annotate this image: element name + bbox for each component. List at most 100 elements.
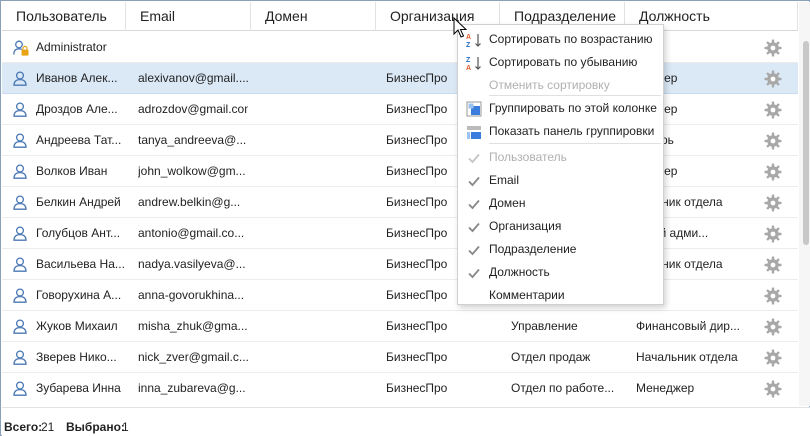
menu-item-label: Отменить сортировку [489, 78, 610, 92]
column-toggle-organization[interactable]: Организация [458, 215, 663, 238]
checkmark-icon [466, 219, 482, 235]
selected-label: Выбрано: [66, 420, 125, 434]
menu-item-label: Группировать по этой колонке [489, 101, 657, 115]
cell-domain [256, 311, 376, 342]
column-header-user[interactable]: Пользователь [2, 2, 126, 31]
cell-email: nadya.vasilyeva@... [138, 257, 246, 271]
cell-email: antonio@gmail.co... [138, 226, 245, 240]
cell-domain [256, 373, 376, 403]
cell-position: Менеджер [636, 381, 695, 395]
scrollbar-thumb[interactable] [803, 41, 809, 245]
menu-separator [489, 95, 661, 96]
column-toggle-comments[interactable]: Комментарии [458, 284, 663, 307]
cancel-sort-item: Отменить сортировку [458, 74, 663, 97]
user-icon [13, 133, 27, 148]
column-header-email[interactable]: Email [126, 2, 251, 31]
menu-item-label: Комментарии [489, 288, 565, 302]
cell-email: john_wolkow@gm... [138, 164, 246, 178]
sort-descending-item[interactable]: Z A Сортировать по убыванию [458, 51, 663, 74]
gear-icon[interactable] [764, 101, 782, 119]
gear-icon[interactable] [764, 70, 782, 88]
cell-user: Зубарева Инна [36, 381, 121, 395]
column-header-domain[interactable]: Домен [251, 2, 376, 31]
mouse-cursor-icon [453, 17, 467, 38]
cell-email: inna_zubareva@g... [138, 381, 246, 395]
column-toggle-email[interactable]: Email [458, 169, 663, 192]
menu-item-label: Email [489, 173, 520, 187]
cell-email: alexivanov@gmail.... [138, 71, 248, 85]
table-row[interactable]: Голубцов Ант... antonio@gmail.co... Бизнес… [2, 218, 798, 249]
user-icon [13, 226, 27, 241]
gear-icon[interactable] [764, 349, 782, 367]
column-toggle-department[interactable]: Подразделение [458, 238, 663, 261]
table-row[interactable]: Белкин Андрей andrew.belkin@g... БизнесПро… [2, 187, 798, 218]
cell-user: Васильева На... [36, 257, 124, 271]
cell-email: anna-govorukhina... [138, 288, 245, 302]
sort-ascending-icon: AZ [466, 32, 482, 49]
menu-item-label: Показать панель группировки [489, 124, 655, 138]
table-row[interactable]: Васильева На... nadya.vasilyeva@... Бизнес… [2, 249, 798, 280]
show-group-panel-item[interactable]: Показать панель группировки [458, 120, 663, 143]
group-by-column-icon [466, 101, 482, 117]
cell-user: Зверев Нико... [36, 350, 117, 364]
gear-icon[interactable] [764, 318, 782, 336]
gear-icon[interactable] [764, 225, 782, 243]
table-row[interactable]: Волков Иванjohn_wolkow@gm...БизнесПронед… [2, 156, 798, 187]
table-row[interactable]: Жуков Михаил misha_zhuk@gma... БизнесПро Уп… [2, 311, 798, 342]
cell-domain [256, 249, 376, 280]
cell-organization: БизнесПро [386, 319, 448, 333]
gear-icon[interactable] [764, 132, 782, 150]
table-row[interactable]: Зверев Нико... nick_zver@gmail.c... Бизнес… [2, 342, 798, 373]
selected-value: 1 [122, 420, 129, 434]
user-icon [13, 257, 27, 272]
cell-user: Дроздов Але... [36, 102, 118, 116]
user-icon [13, 350, 27, 365]
users-window: Пользователь Email Домен Организация Под… [0, 0, 810, 436]
cell-email: tanya_andreeva@... [138, 133, 247, 147]
gear-icon[interactable] [764, 39, 782, 57]
cell-user: Андреева Тат... [36, 133, 122, 147]
cell-domain [256, 218, 376, 249]
cell-domain [256, 94, 376, 125]
group-by-column-item[interactable]: Группировать по этой колонке [458, 97, 663, 120]
cell-user: Говорухина А... [36, 288, 122, 302]
cell-domain [256, 280, 376, 311]
cell-organization: БизнесПро [386, 350, 448, 364]
column-toggle-position[interactable]: Должность [458, 261, 663, 284]
cell-domain [256, 156, 376, 187]
table-row[interactable]: Зубарева Инна inna_zubareva@g... БизнесПро… [2, 373, 798, 403]
cell-user: Голубцов Ант... [36, 226, 121, 240]
cell-domain [256, 32, 376, 63]
checkmark-icon [466, 150, 482, 166]
gear-icon[interactable] [764, 163, 782, 181]
column-context-menu: A Z Сортировать по возрастанию Z A Сортироват… [457, 24, 664, 305]
user-icon [13, 102, 27, 117]
users-table-body: Administrator Иванов Алек... alexivanov@gm… [2, 32, 798, 403]
status-bar: Всего: 21 Выбрано: 1 [2, 407, 810, 436]
checkmark-icon [466, 265, 482, 281]
table-row[interactable]: Андреева Тат... tanya_andreeva@... БизнесП… [2, 125, 798, 156]
checkmark-icon [466, 173, 482, 189]
table-row[interactable]: Иванов Алек... alexivanov@gmail.... Бизнес… [2, 63, 798, 94]
cell-user: Белкин Андрей [36, 195, 121, 209]
user-icon [13, 319, 27, 334]
table-row[interactable]: Дроздов Але... adrozdov@gmail.com БизнесПр… [2, 94, 798, 125]
cell-user: Иванов Алек... [36, 71, 118, 85]
cell-email: adrozdov@gmail.com [138, 102, 248, 116]
group-panel-icon [466, 124, 482, 140]
gear-icon[interactable] [764, 256, 782, 274]
menu-item-label: Пользователь [489, 150, 567, 164]
table-row[interactable]: Administrator [2, 32, 798, 63]
column-toggle-domain[interactable]: Домен [458, 192, 663, 215]
gear-icon[interactable] [764, 194, 782, 212]
table-row[interactable]: Говорухина А... anna-govorukhina... Бизнес… [2, 280, 798, 311]
menu-item-label: Домен [489, 196, 526, 210]
sort-ascending-item[interactable]: A Z Сортировать по возрастанию [458, 28, 663, 51]
column-toggle-user: Пользователь [458, 146, 663, 169]
menu-item-label: Подразделение [489, 242, 577, 256]
gear-icon[interactable] [764, 287, 782, 305]
checkmark-icon [466, 196, 482, 212]
cell-user: Волков Иван [36, 164, 108, 178]
gear-icon[interactable] [764, 380, 782, 398]
cell-email: andrew.belkin@g... [138, 195, 241, 209]
